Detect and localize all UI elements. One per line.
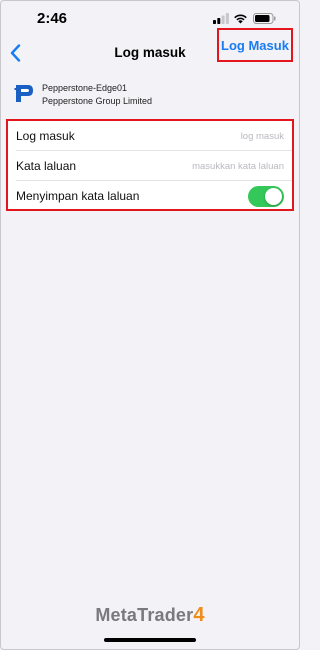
server-name: Pepperstone-Edge01 [42,83,128,93]
brand-name: MetaTrader [95,605,194,625]
battery-icon [253,13,276,24]
save-password-label: Menyimpan kata laluan [16,189,140,203]
server-info: Pepperstone-Edge01 Pepperstone Group Lim… [0,78,300,114]
login-form: Log masuk Kata laluan Menyimpan kata lal… [6,119,294,211]
login-row: Log masuk [8,121,292,151]
brand-version: 4 [193,604,205,626]
password-row: Kata laluan [8,151,292,181]
toggle-knob [265,187,282,205]
login-label: Log masuk [16,129,75,143]
password-label: Kata laluan [16,159,77,173]
login-submit-button[interactable]: Log Masuk [217,28,293,62]
save-password-toggle[interactable] [248,185,284,207]
pepperstone-logo-icon [14,85,33,102]
metatrader-brand: MetaTrader4 [0,604,300,627]
cellular-signal-icon [213,13,229,24]
nav-bar: Log masuk Log Masuk [0,28,300,70]
password-input[interactable] [154,160,284,172]
login-input[interactable] [154,130,284,142]
save-password-row: Menyimpan kata laluan [8,181,292,211]
home-indicator [104,638,196,642]
login-submit-label: Log Masuk [221,37,289,53]
server-company: Pepperstone Group Limited [42,96,153,106]
wifi-icon [234,14,247,24]
status-time: 2:46 [37,10,68,27]
